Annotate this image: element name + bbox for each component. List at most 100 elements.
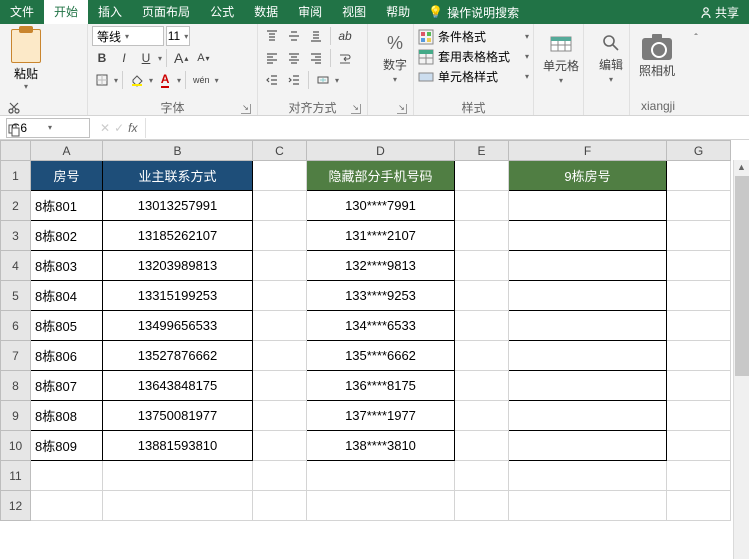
- row-header[interactable]: 10: [1, 431, 31, 461]
- table-row[interactable]: 88栋80713643848175136****8175: [1, 371, 731, 401]
- tab-data[interactable]: 数据: [244, 0, 288, 24]
- group-label-camera: xiangji: [641, 99, 675, 113]
- fill-color-button[interactable]: [127, 70, 147, 90]
- wrap-text-button[interactable]: [335, 48, 355, 68]
- vertical-scrollbar[interactable]: ▲: [733, 160, 749, 559]
- tab-review[interactable]: 审阅: [288, 0, 332, 24]
- decrease-indent-button[interactable]: [262, 70, 282, 90]
- row-header[interactable]: 12: [1, 491, 31, 521]
- align-middle-button[interactable]: [284, 26, 304, 46]
- row-header[interactable]: 8: [1, 371, 31, 401]
- camera-icon: [642, 38, 672, 60]
- number-format-button[interactable]: % 数字 ▾: [372, 26, 418, 90]
- increase-indent-button[interactable]: [284, 70, 304, 90]
- enter-formula-button[interactable]: ✓: [114, 121, 124, 135]
- col-header-e[interactable]: E: [455, 141, 509, 161]
- border-button[interactable]: [92, 70, 112, 90]
- cut-button[interactable]: [4, 98, 24, 118]
- align-top-button[interactable]: [262, 26, 282, 46]
- tab-help[interactable]: 帮助: [376, 0, 420, 24]
- tab-insert[interactable]: 插入: [88, 0, 132, 24]
- tell-me[interactable]: 💡操作说明搜索: [420, 4, 527, 21]
- table-row[interactable]: 28栋80113013257991130****7991: [1, 191, 731, 221]
- collapse-ribbon-button[interactable]: ˆ: [686, 28, 706, 48]
- tab-file[interactable]: 文件: [0, 0, 44, 24]
- row-header[interactable]: 11: [1, 461, 31, 491]
- align-center-icon: [287, 51, 301, 65]
- col-header-f[interactable]: F: [509, 141, 667, 161]
- table-row[interactable]: 58栋80413315199253133****9253: [1, 281, 731, 311]
- underline-button[interactable]: U: [136, 48, 156, 68]
- chevron-down-icon: ▾: [393, 75, 397, 84]
- dialog-launcher-icon[interactable]: ↘: [351, 104, 361, 114]
- align-right-button[interactable]: [306, 48, 326, 68]
- chevron-down-icon: ▾: [609, 75, 613, 84]
- tab-home[interactable]: 开始: [44, 0, 88, 24]
- orientation-button[interactable]: ab: [335, 26, 355, 46]
- decrease-font-button[interactable]: A▾: [193, 48, 213, 68]
- grid-table[interactable]: A B C D E F G 1 房号 业主联系方式 隐藏部分手机号码 9栋房号 …: [0, 140, 731, 521]
- select-all-corner[interactable]: [1, 141, 31, 161]
- row-header[interactable]: 7: [1, 341, 31, 371]
- cells-button[interactable]: 单元格 ▾: [538, 26, 584, 90]
- group-label-align: 对齐方式: [288, 101, 336, 115]
- align-bottom-button[interactable]: [306, 26, 326, 46]
- table-format-button[interactable]: 套用表格格式▾: [418, 48, 529, 65]
- conditional-format-button[interactable]: 条件格式▾: [418, 28, 529, 45]
- align-right-icon: [309, 51, 323, 65]
- table-row[interactable]: 12: [1, 491, 731, 521]
- editing-button[interactable]: 编辑 ▾: [588, 26, 634, 90]
- pinyin-button[interactable]: wén: [190, 70, 213, 90]
- row-header[interactable]: 1: [1, 161, 31, 191]
- table-row[interactable]: 38栋80213185262107131****2107: [1, 221, 731, 251]
- col-header-g[interactable]: G: [667, 141, 731, 161]
- table-row[interactable]: 68栋80513499656533134****6533: [1, 311, 731, 341]
- table-row[interactable]: 48栋80313203989813132****9813: [1, 251, 731, 281]
- formula-input[interactable]: [145, 118, 749, 138]
- col-header-b[interactable]: B: [103, 141, 253, 161]
- font-size-dropdown[interactable]: 11▾: [166, 26, 190, 46]
- font-name-dropdown[interactable]: 等线▾: [92, 26, 164, 46]
- align-left-button[interactable]: [262, 48, 282, 68]
- cancel-formula-button[interactable]: ✕: [100, 121, 110, 135]
- align-center-button[interactable]: [284, 48, 304, 68]
- tab-layout[interactable]: 页面布局: [132, 0, 200, 24]
- col-header-c[interactable]: C: [253, 141, 307, 161]
- paste-button[interactable]: 粘贴 ▾: [4, 26, 48, 94]
- table-row[interactable]: 1 房号 业主联系方式 隐藏部分手机号码 9栋房号: [1, 161, 731, 191]
- bucket-icon: [130, 73, 144, 87]
- italic-button[interactable]: I: [114, 48, 134, 68]
- camera-button[interactable]: 照相机: [634, 26, 680, 90]
- cells-icon: [549, 31, 573, 55]
- col-header-d[interactable]: D: [307, 141, 455, 161]
- col-header-a[interactable]: A: [31, 141, 103, 161]
- table-row[interactable]: 108栋80913881593810138****3810: [1, 431, 731, 461]
- dialog-launcher-icon[interactable]: ↘: [241, 104, 251, 114]
- copy-button[interactable]: [4, 120, 24, 140]
- font-color-button[interactable]: A: [155, 70, 175, 90]
- row-header[interactable]: 6: [1, 311, 31, 341]
- cell-styles-button[interactable]: 单元格样式▾: [418, 68, 529, 85]
- tab-formula[interactable]: 公式: [200, 0, 244, 24]
- table-row[interactable]: 11: [1, 461, 731, 491]
- row-header[interactable]: 2: [1, 191, 31, 221]
- scroll-thumb[interactable]: [735, 176, 749, 376]
- table-row[interactable]: 98栋80813750081977137****1977: [1, 401, 731, 431]
- row-header[interactable]: 4: [1, 251, 31, 281]
- chevron-down-icon: ▾: [125, 32, 129, 41]
- share-button[interactable]: 共享: [689, 4, 749, 21]
- row-header[interactable]: 3: [1, 221, 31, 251]
- bold-button[interactable]: B: [92, 48, 112, 68]
- tab-view[interactable]: 视图: [332, 0, 376, 24]
- dialog-launcher-icon[interactable]: ↘: [397, 104, 407, 114]
- chevron-down-icon: ▾: [184, 32, 188, 41]
- row-header[interactable]: 5: [1, 281, 31, 311]
- merge-button[interactable]: [313, 70, 333, 90]
- fx-button[interactable]: fx: [128, 121, 137, 135]
- align-top-icon: [265, 29, 279, 43]
- increase-font-button[interactable]: A▴: [171, 48, 191, 68]
- scroll-up-icon[interactable]: ▲: [737, 162, 746, 172]
- row-header[interactable]: 9: [1, 401, 31, 431]
- table-row[interactable]: 78栋80613527876662135****6662: [1, 341, 731, 371]
- align-bottom-icon: [309, 29, 323, 43]
